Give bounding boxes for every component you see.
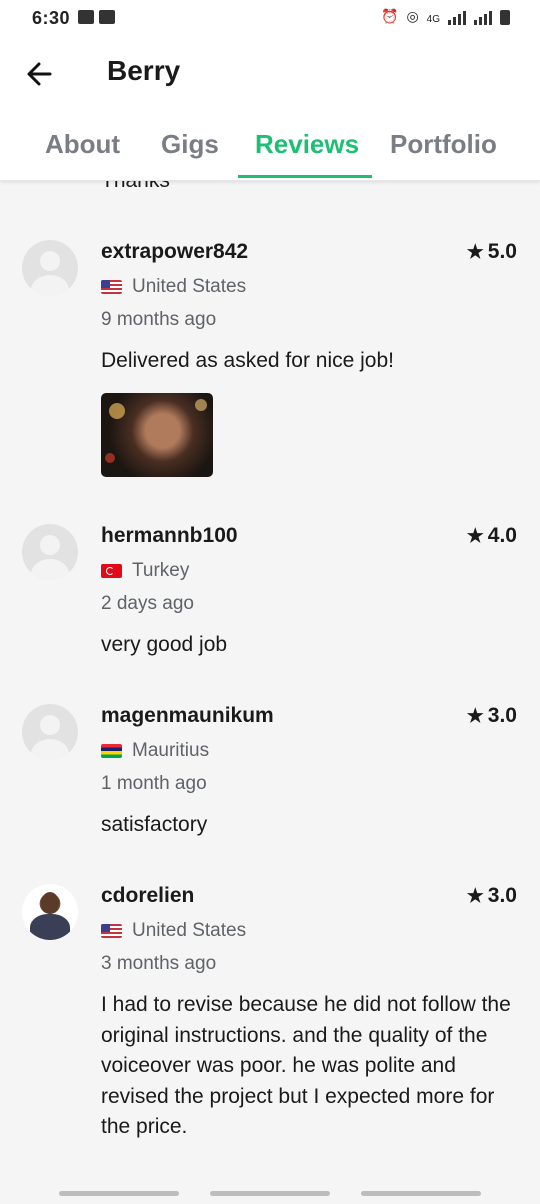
review-username[interactable]: magenmaunikum (101, 704, 274, 728)
review-country: United States (101, 276, 246, 298)
review-rating: ★ 5.0 (467, 240, 517, 264)
review-username[interactable]: hermannb100 (101, 524, 238, 548)
star-icon: ★ (466, 241, 484, 263)
rating-value: 5.0 (487, 240, 517, 263)
nav-home-handle[interactable] (210, 1191, 330, 1196)
reviews-list[interactable]: Thanks extrapower842 ★ 5.0 United States… (0, 181, 540, 1204)
active-tab-indicator (238, 175, 372, 178)
status-time: 6:30 (32, 8, 71, 28)
rating-value: 3.0 (487, 704, 517, 727)
country-name: United States (132, 276, 247, 297)
review-comment: satisfactory (101, 813, 208, 836)
nav-back-handle[interactable] (361, 1191, 481, 1196)
flag-icon (101, 564, 122, 578)
previous-review-comment: Thanks (101, 181, 170, 193)
review-username[interactable]: cdorelien (101, 884, 194, 908)
page-title: Berry (107, 55, 181, 86)
hotspot-icon: ◎ (406, 8, 419, 24)
system-nav-bar (0, 1184, 540, 1204)
country-name: Mauritius (132, 740, 210, 761)
rating-value: 4.0 (487, 524, 517, 547)
avatar[interactable] (22, 884, 78, 940)
arrow-left-icon (27, 62, 52, 86)
avatar[interactable] (22, 240, 78, 296)
back-button[interactable] (22, 56, 58, 92)
tab-bar: About Gigs Reviews Portfolio (0, 112, 540, 181)
country-name: Turkey (132, 560, 190, 581)
review-comment: Delivered as asked for nice job! (101, 349, 394, 372)
tab-about[interactable]: About (45, 129, 120, 160)
review-comment: very good job (101, 633, 228, 656)
star-icon: ★ (466, 525, 484, 547)
tab-reviews[interactable]: Reviews (255, 129, 359, 160)
review-country: Turkey (101, 560, 189, 582)
review-comment: I had to revise because he did not follo… (101, 993, 511, 1138)
review-time: 3 months ago (101, 953, 217, 974)
review-attachment-image[interactable] (101, 393, 213, 477)
flag-icon (101, 280, 122, 294)
star-icon: ★ (466, 885, 484, 907)
review-rating: ★ 3.0 (467, 884, 517, 908)
rating-value: 3.0 (487, 884, 517, 907)
battery-icon (500, 10, 510, 25)
tab-portfolio[interactable]: Portfolio (390, 129, 497, 160)
review-time: 2 days ago (101, 593, 194, 614)
alarm-icon: ⏰ (381, 8, 399, 24)
signal-icon-2 (474, 9, 492, 25)
gallery-icon (78, 10, 94, 24)
review-username[interactable]: extrapower842 (101, 240, 248, 264)
status-icons: ⏰ ◎ 4G (381, 8, 510, 25)
star-icon: ★ (466, 705, 484, 727)
review-country: United States (101, 920, 246, 942)
flag-icon (101, 924, 122, 938)
review-rating: ★ 3.0 (467, 704, 517, 728)
avatar[interactable] (22, 704, 78, 760)
signal-icon (448, 9, 466, 25)
review-rating: ★ 4.0 (467, 524, 517, 548)
review-time: 9 months ago (101, 309, 217, 330)
country-name: United States (132, 920, 247, 941)
network-type: 4G (426, 14, 440, 25)
nav-recents-handle[interactable] (59, 1191, 179, 1196)
review-time: 1 month ago (101, 773, 207, 794)
tab-gigs[interactable]: Gigs (161, 129, 219, 160)
avatar[interactable] (22, 524, 78, 580)
flag-icon (101, 744, 122, 758)
app-bar: Berry (0, 36, 540, 112)
status-bar: 6:30 ⏰ ◎ 4G (0, 0, 540, 36)
youtube-icon (99, 10, 115, 24)
review-country: Mauritius (101, 740, 209, 762)
